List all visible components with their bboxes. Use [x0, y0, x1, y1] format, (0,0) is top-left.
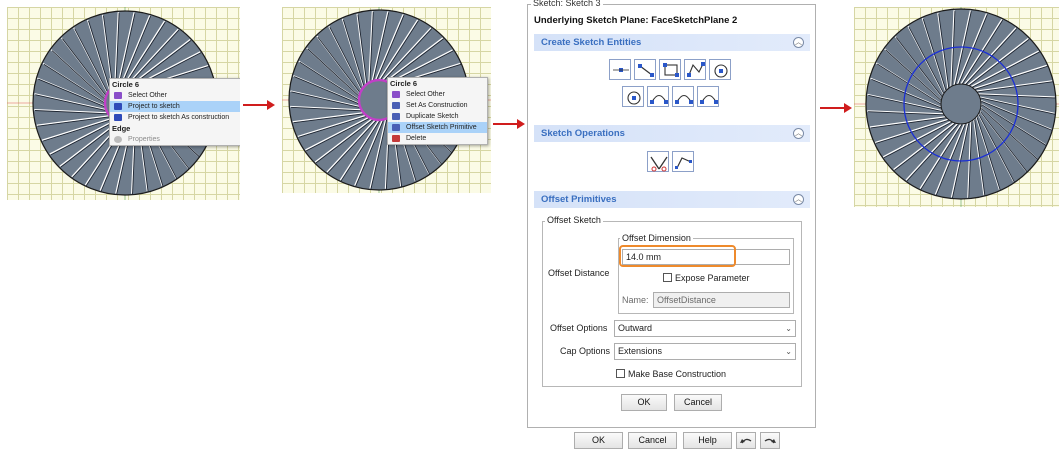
project-construction-icon	[114, 114, 122, 121]
redo-button[interactable]	[760, 432, 780, 449]
menu-item-properties[interactable]: Properties	[110, 134, 240, 145]
arc-tool-button[interactable]	[647, 86, 669, 107]
duplicate-icon	[392, 113, 400, 120]
gear-icon	[114, 136, 122, 143]
make-base-checkbox[interactable]	[616, 369, 625, 378]
arc-3pt-icon	[675, 94, 693, 104]
context-menu-2: Circle 6 Select Other Set As Constructio…	[387, 77, 488, 145]
circle-center-icon	[627, 91, 641, 105]
rectangle-tool-button[interactable]	[659, 59, 681, 80]
make-base-label: Make Base Construction	[628, 369, 727, 379]
arc-icon	[650, 94, 668, 104]
name-input[interactable]: OffsetDistance	[653, 292, 790, 308]
undo-button[interactable]	[736, 432, 756, 449]
disk-model	[854, 7, 1059, 207]
arrow-1	[243, 100, 275, 110]
help-button[interactable]: Help	[683, 432, 732, 449]
undo-icon	[740, 438, 752, 444]
line-icon	[638, 64, 654, 77]
menu-item-offset[interactable]: Offset Sketch Primitive	[388, 122, 487, 133]
extend-icon	[675, 157, 692, 169]
arrow-2	[493, 119, 525, 129]
viewport-1[interactable]: Circle 6 Select Other Project to sketch …	[7, 7, 240, 200]
chevron-up-icon[interactable]: ︿	[793, 37, 804, 48]
menu-item-project-construction[interactable]: Project to sketch As construction	[110, 112, 240, 123]
viewport-3[interactable]	[854, 7, 1059, 207]
section-create-entities[interactable]: Create Sketch Entities ︿	[534, 34, 810, 51]
point-icon	[613, 68, 629, 72]
select-other-icon	[114, 92, 122, 99]
spline-icon	[700, 94, 718, 104]
offset-icon	[392, 124, 400, 131]
section-title: Create Sketch Entities	[541, 37, 642, 48]
point-tool-button[interactable]	[609, 59, 631, 80]
polyline-icon	[687, 62, 705, 77]
extend-tool-button[interactable]	[672, 151, 694, 172]
menu-item-select-other[interactable]: Select Other	[110, 90, 240, 101]
section-title: Offset Primitives	[541, 194, 617, 205]
spline-tool-button[interactable]	[697, 86, 719, 107]
circle-icon	[714, 64, 728, 78]
chevron-down-icon: ⌄	[785, 347, 792, 356]
ok-button[interactable]: OK	[574, 432, 623, 449]
arc-3pt-tool-button[interactable]	[672, 86, 694, 107]
cap-options-select[interactable]: Extensions ⌄	[614, 343, 796, 360]
construction-icon	[392, 102, 400, 109]
name-label: Name:	[622, 295, 649, 305]
arrow-3	[820, 103, 852, 113]
offset-distance-label: Offset Distance	[548, 268, 610, 278]
menu-header-circle: Circle 6	[112, 80, 140, 89]
menu-item-set-construction[interactable]: Set As Construction	[388, 100, 487, 111]
rectangle-icon	[663, 63, 679, 77]
sketch-plane-label: Underlying Sketch Plane: FaceSketchPlane…	[534, 15, 738, 26]
chevron-up-icon[interactable]: ︿	[793, 128, 804, 139]
chevron-down-icon: ⌄	[785, 324, 792, 333]
section-sketch-operations[interactable]: Sketch Operations ︿	[534, 125, 810, 142]
polyline-tool-button[interactable]	[684, 59, 706, 80]
cancel-inner-button[interactable]: Cancel	[674, 394, 722, 411]
offset-options-label: Offset Options	[550, 323, 608, 333]
redo-icon	[764, 438, 776, 444]
line-tool-button[interactable]	[634, 59, 656, 80]
menu-header-circle: Circle 6	[390, 79, 418, 88]
menu-header-edge: Edge	[112, 124, 131, 133]
offset-dimension-title: Offset Dimension	[620, 233, 693, 243]
viewport-2[interactable]: Circle 6 Select Other Set As Constructio…	[282, 7, 491, 193]
menu-item-duplicate[interactable]: Duplicate Sketch Primitive	[388, 111, 487, 131]
menu-item-delete[interactable]: Delete	[388, 133, 487, 144]
delete-icon	[392, 135, 400, 142]
circle-tool-button[interactable]	[709, 59, 731, 80]
menu-item-project-to-sketch[interactable]: Project to sketch	[110, 101, 240, 112]
select-other-icon	[392, 91, 400, 98]
circle-center-tool-button[interactable]	[622, 86, 644, 107]
expose-parameter-label: Expose Parameter	[675, 273, 750, 283]
sketch-dialog: Sketch: Sketch 3 Underlying Sketch Plane…	[527, 0, 818, 456]
menu-item-select-other[interactable]: Select Other	[388, 89, 487, 100]
dialog-title: Sketch: Sketch 3	[531, 0, 603, 8]
cap-options-label: Cap Options	[560, 346, 611, 356]
chevron-up-icon[interactable]: ︿	[793, 194, 804, 205]
offset-sketch-title: Offset Sketch	[545, 215, 603, 225]
offset-options-select[interactable]: Outward ⌄	[614, 320, 796, 337]
expose-parameter-checkbox[interactable]	[663, 273, 672, 282]
cancel-button[interactable]: Cancel	[628, 432, 677, 449]
project-icon	[114, 103, 122, 110]
trim-tool-button[interactable]	[647, 151, 669, 172]
section-offset-primitives[interactable]: Offset Primitives ︿	[534, 191, 810, 208]
focus-highlight	[619, 245, 736, 267]
ok-inner-button[interactable]: OK	[621, 394, 667, 411]
trim-icon	[650, 156, 668, 172]
context-menu-1: Circle 6 Select Other Project to sketch …	[109, 78, 240, 146]
section-title: Sketch Operations	[541, 128, 625, 139]
